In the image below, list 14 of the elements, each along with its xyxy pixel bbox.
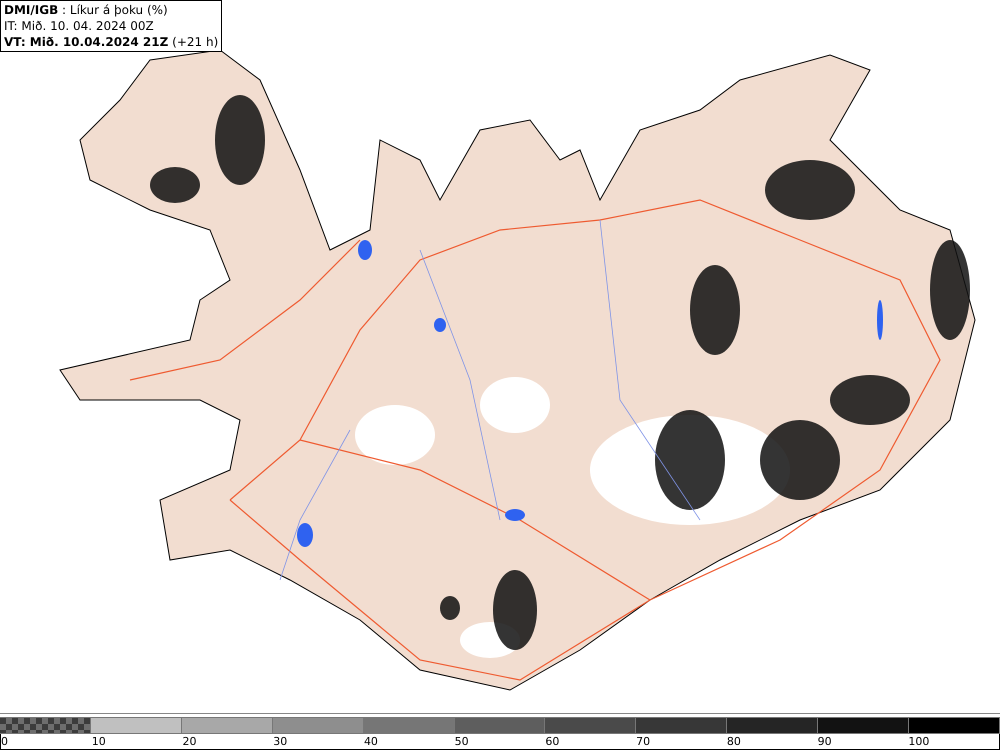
legend-label: 90	[818, 735, 832, 748]
legend-label: 100	[908, 735, 930, 748]
legend-label: 50	[454, 735, 469, 748]
legend-label: 30	[273, 735, 288, 748]
legend-label: 40	[364, 735, 378, 748]
legend-label: 80	[726, 735, 741, 748]
legend-label: 10	[92, 735, 106, 748]
info-text: DMI/IGB : Líkur á þoku (%)	[4, 2, 169, 18]
legend-label: 20	[182, 735, 196, 748]
legend-label: 70	[636, 735, 650, 748]
info-text: VT: Mið. 10.04.2024 21Z (+21 h)	[4, 34, 218, 50]
legend-label: 0	[1, 735, 8, 748]
info-text: IT: Mið. 10. 04. 2024 00Z	[4, 18, 155, 34]
legend-label: 60	[545, 735, 560, 748]
